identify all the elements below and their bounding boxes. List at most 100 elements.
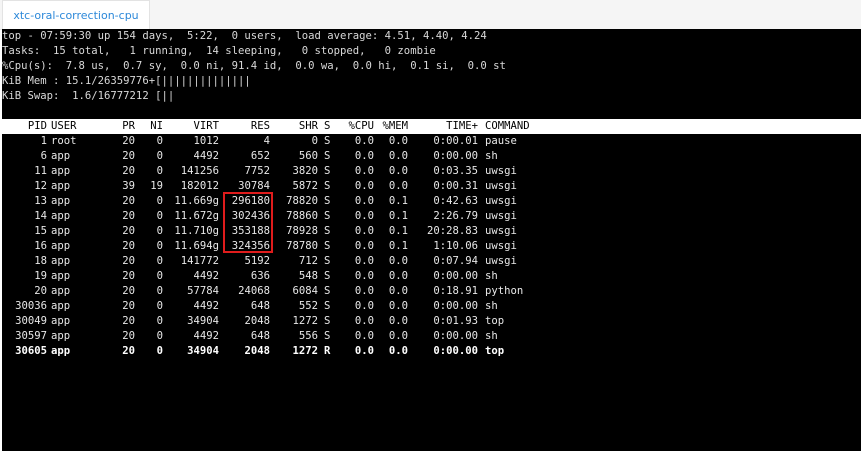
command-cell: uwsgi xyxy=(485,255,517,267)
pid-cell: 30036 xyxy=(15,300,47,312)
shr-cell: 0 xyxy=(311,135,318,147)
process-table-header: PID USER PR NI VIRT RES SHR S %CPU %MEM … xyxy=(2,119,861,134)
column-header-cpu: %CPU xyxy=(348,120,374,132)
pr-cell: 39 xyxy=(122,180,135,192)
process-row: 1 root 20 0 1012 4 0 S 0.0 0.0 0:00.01 pause xyxy=(2,134,861,149)
command-cell: top xyxy=(485,345,505,357)
pr-cell: 20 xyxy=(122,195,135,207)
virt-cell: 34904 xyxy=(187,315,219,327)
user-cell: app xyxy=(51,330,71,342)
time-cell: 0:07.94 xyxy=(433,255,478,267)
cpu-cell: 0.0 xyxy=(354,180,374,192)
command-cell: pause xyxy=(485,135,517,147)
user-cell: app xyxy=(51,195,71,207)
ni-cell: 0 xyxy=(156,270,163,282)
pr-cell: 20 xyxy=(122,255,135,267)
ni-cell: 0 xyxy=(156,165,163,177)
cpu-cell: 0.0 xyxy=(354,195,374,207)
cpu-cell: 0.0 xyxy=(354,270,374,282)
pid-cell: 16 xyxy=(34,240,47,252)
column-header-pid: PID xyxy=(27,120,47,132)
cpu-cell: 0.0 xyxy=(354,165,374,177)
state-cell: S xyxy=(324,135,331,147)
process-row: 6 app 20 0 4492 652 560 S 0.0 0.0 0:00.00 sh xyxy=(2,149,861,164)
user-cell: app xyxy=(51,240,71,252)
mem-cell: 0.0 xyxy=(388,180,408,192)
time-cell: 0:00.00 xyxy=(433,270,478,282)
shr-cell: 560 xyxy=(298,150,318,162)
virt-cell: 4492 xyxy=(193,270,219,282)
pid-cell: 12 xyxy=(34,180,47,192)
user-cell: app xyxy=(51,180,71,192)
time-cell: 0:03.35 xyxy=(433,165,478,177)
column-header-user: USER xyxy=(51,120,77,132)
process-row: 30605 app 20 0 34904 2048 1272 R 0.0 0.0 0:00.00 to… xyxy=(2,344,861,359)
column-header-pr: PR xyxy=(122,120,135,132)
mem-cell: 0.1 xyxy=(388,210,408,222)
command-cell: uwsgi xyxy=(485,195,517,207)
state-cell: S xyxy=(324,195,331,207)
virt-cell: 141772 xyxy=(180,255,219,267)
user-cell: app xyxy=(51,165,71,177)
mem-cell: 0.0 xyxy=(388,270,408,282)
pid-cell: 30597 xyxy=(15,330,47,342)
command-cell: sh xyxy=(485,300,498,312)
command-cell: uwsgi xyxy=(485,240,517,252)
res-cell: 648 xyxy=(250,330,270,342)
shr-cell: 1272 xyxy=(292,345,318,357)
res-cell: 636 xyxy=(250,270,270,282)
terminal-window[interactable]: top - 07:59:30 up 154 days, 5:22, 0 user… xyxy=(2,29,861,451)
shr-cell: 5872 xyxy=(292,180,318,192)
time-cell: 0:01.93 xyxy=(433,315,478,327)
time-cell: 20:28.83 xyxy=(426,225,478,237)
tab-xtc-oral-correction-cpu[interactable]: xtc-oral-correction-cpu xyxy=(2,0,150,29)
ni-cell: 0 xyxy=(156,285,163,297)
cpu-cell: 0.0 xyxy=(354,330,374,342)
time-cell: 0:00.31 xyxy=(433,180,478,192)
virt-cell: 11.669g xyxy=(174,195,219,207)
pid-cell: 30049 xyxy=(15,315,47,327)
pr-cell: 20 xyxy=(122,315,135,327)
virt-cell: 11.672g xyxy=(174,210,219,222)
summary-cpu-line: %Cpu(s): 7.8 us, 0.7 sy, 0.0 ni, 91.4 id… xyxy=(2,60,506,72)
cpu-cell: 0.0 xyxy=(354,300,374,312)
pr-cell: 20 xyxy=(122,285,135,297)
shr-cell: 552 xyxy=(298,300,318,312)
user-cell: app xyxy=(51,315,71,327)
process-row: 11 app 20 0 141256 7752 3820 S 0.0 0.0 0:03.35 uwsg… xyxy=(2,164,861,179)
ni-cell: 0 xyxy=(156,225,163,237)
user-cell: root xyxy=(51,135,77,147)
state-cell: S xyxy=(324,180,331,192)
mem-cell: 0.1 xyxy=(388,195,408,207)
user-cell: app xyxy=(51,150,71,162)
shr-cell: 712 xyxy=(298,255,318,267)
summary-tasks-line: Tasks: 15 total, 1 running, 14 sleeping,… xyxy=(2,45,436,57)
state-cell: R xyxy=(324,345,331,357)
time-cell: 0:00.01 xyxy=(433,135,478,147)
ni-cell: 0 xyxy=(156,135,163,147)
mem-cell: 0.1 xyxy=(388,225,408,237)
column-header-ni: NI xyxy=(150,120,163,132)
cpu-cell: 0.0 xyxy=(354,240,374,252)
shr-cell: 78780 xyxy=(286,240,318,252)
shr-cell: 556 xyxy=(298,330,318,342)
res-cell: 5192 xyxy=(244,255,270,267)
time-cell: 1:10.06 xyxy=(433,240,478,252)
time-cell: 0:00.00 xyxy=(433,345,478,357)
process-row: 30049 app 20 0 34904 2048 1272 S 0.0 0.0 0:01.93 to… xyxy=(2,314,861,329)
time-cell: 0:00.00 xyxy=(433,150,478,162)
summary-mem-line: KiB Mem : 15.1/26359776+[|||||||||||||| xyxy=(2,75,251,87)
ni-cell: 0 xyxy=(156,240,163,252)
summary-swap-line: KiB Swap: 1.6/16777212 [|| xyxy=(2,90,175,102)
ni-cell: 0 xyxy=(156,255,163,267)
virt-cell: 4492 xyxy=(193,150,219,162)
virt-cell: 57784 xyxy=(187,285,219,297)
virt-cell: 34904 xyxy=(187,345,219,357)
tab-bar: xtc-oral-correction-cpu xyxy=(0,0,861,30)
process-row: 14 app 20 0 11.672g 302436 78860 S 0.0 0.1 2:26.79… xyxy=(2,209,861,224)
pr-cell: 20 xyxy=(122,165,135,177)
process-row: 30597 app 20 0 4492 648 556 S 0.0 0.0 0:00.00 sh xyxy=(2,329,861,344)
ni-cell: 0 xyxy=(156,150,163,162)
pid-cell: 14 xyxy=(34,210,47,222)
cpu-cell: 0.0 xyxy=(354,315,374,327)
